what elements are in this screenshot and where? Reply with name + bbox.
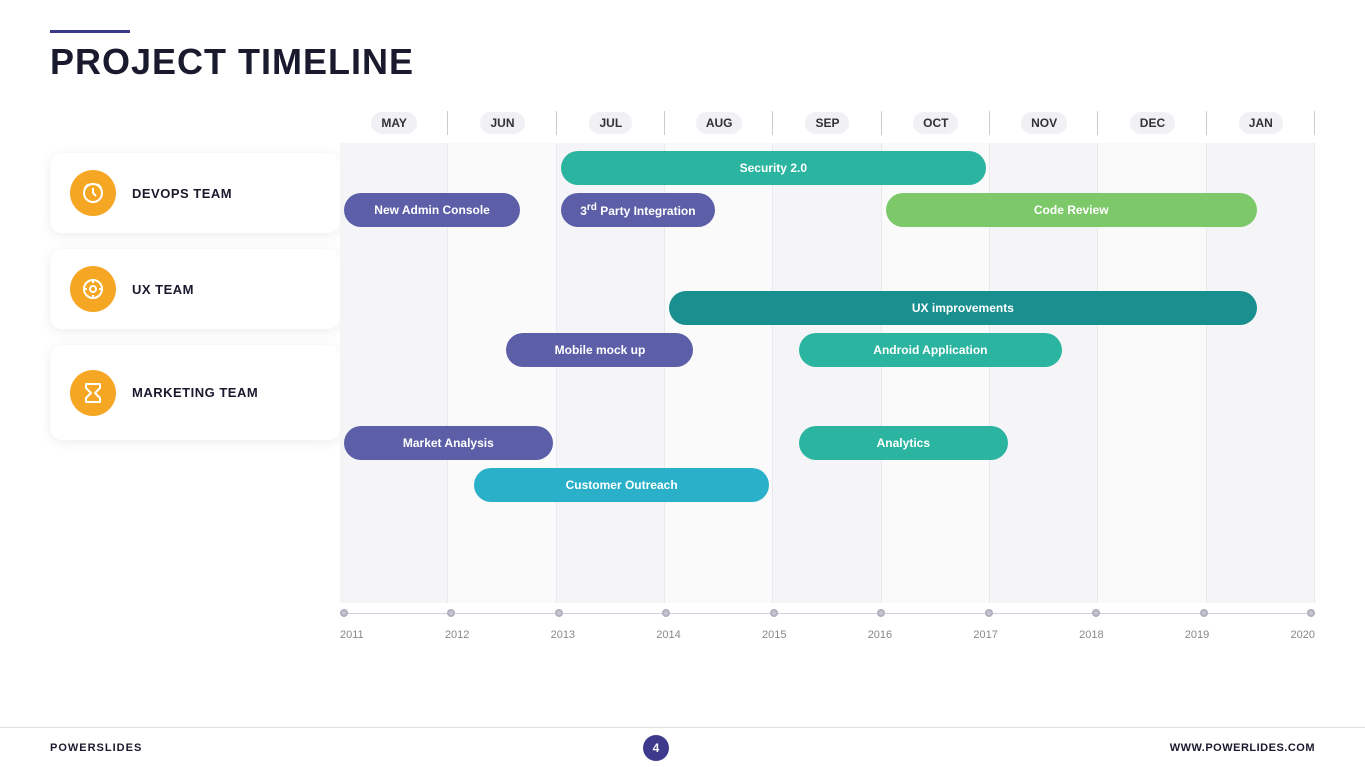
months-row: MAY JUN JUL AUG SEP OCT NOV DEC JAN [340, 103, 1315, 143]
devops-team-label: DEVOPS TEAM [132, 186, 232, 201]
axis-dot-6 [985, 609, 993, 617]
year-2019: 2019 [1185, 629, 1209, 641]
ux-icon-bg [70, 266, 116, 312]
axis-dot-5 [877, 609, 885, 617]
bar-market-analysis: Market Analysis [344, 426, 553, 460]
ux-team-label: UX TEAM [132, 282, 194, 297]
axis-dot-7 [1092, 609, 1100, 617]
axis-dot-2 [555, 609, 563, 617]
year-2011: 2011 [340, 629, 364, 641]
month-dec: DEC [1098, 103, 1206, 143]
team-card-ux: UX TEAM [50, 249, 340, 329]
bar-security-2: Security 2.0 [561, 151, 986, 185]
marketing-team-label: MARKETING TEAM [132, 385, 258, 400]
grid-col-5 [773, 143, 881, 603]
footer-brand-right: WWW.POWERLIDES.COM [1170, 742, 1315, 754]
footer-page-number: 4 [643, 735, 669, 761]
axis-dot-8 [1200, 609, 1208, 617]
bar-android-application: Android Application [799, 333, 1062, 367]
month-may: MAY [340, 103, 448, 143]
bar-3rd-party-integration: 3rd Party Integration [561, 193, 715, 227]
year-2013: 2013 [551, 629, 575, 641]
month-jan: JAN [1207, 103, 1315, 143]
gantt-area: MAY JUN JUL AUG SEP OCT NOV DEC JAN [340, 103, 1315, 663]
compass-icon [81, 277, 105, 301]
year-2018: 2018 [1079, 629, 1103, 641]
clock-icon [81, 181, 105, 205]
teams-column: DEVOPS TEAM UX TEAM [50, 103, 340, 663]
page: PROJECT TIMELINE DEVOPS TEAM [0, 0, 1365, 767]
year-2020: 2020 [1291, 629, 1315, 641]
hourglass-icon [81, 381, 105, 405]
year-2014: 2014 [656, 629, 680, 641]
axis-dot-0 [340, 609, 348, 617]
footer-brand-left: POWERSLIDES [50, 742, 142, 754]
year-2017: 2017 [973, 629, 997, 641]
bar-analytics: Analytics [799, 426, 1008, 460]
bar-customer-outreach: Customer Outreach [474, 468, 769, 502]
header-accent-line [50, 30, 130, 33]
month-aug: AUG [665, 103, 773, 143]
footer: POWERSLIDES 4 WWW.POWERLIDES.COM [0, 727, 1365, 767]
marketing-icon-bg [70, 370, 116, 416]
bar-new-admin-console: New Admin Console [344, 193, 520, 227]
month-jun: JUN [448, 103, 556, 143]
year-2016: 2016 [868, 629, 892, 641]
year-2012: 2012 [445, 629, 469, 641]
month-jul: JUL [557, 103, 665, 143]
team-card-marketing: MARKETING TEAM [50, 345, 340, 440]
bar-code-review: Code Review [886, 193, 1257, 227]
axis-dot-1 [447, 609, 455, 617]
axis-dot-9 [1307, 609, 1315, 617]
axis-years-row: 2011 2012 2013 2014 2015 2016 2017 2018 … [340, 623, 1315, 641]
month-oct: OCT [882, 103, 990, 143]
bar-mobile-mockup: Mobile mock up [506, 333, 693, 367]
month-nov: NOV [990, 103, 1098, 143]
devops-icon-bg [70, 170, 116, 216]
month-sep: SEP [773, 103, 881, 143]
bar-ux-improvements: UX improvements [669, 291, 1257, 325]
axis-dots-row [340, 603, 1315, 623]
bottom-axis: 2011 2012 2013 2014 2015 2016 2017 2018 … [340, 603, 1315, 663]
team-card-devops: DEVOPS TEAM [50, 153, 340, 233]
axis-dot-4 [770, 609, 778, 617]
axis-line [340, 613, 1315, 614]
axis-dot-3 [662, 609, 670, 617]
page-title: PROJECT TIMELINE [50, 41, 1315, 83]
main-content: DEVOPS TEAM UX TEAM [50, 103, 1315, 663]
year-2015: 2015 [762, 629, 786, 641]
